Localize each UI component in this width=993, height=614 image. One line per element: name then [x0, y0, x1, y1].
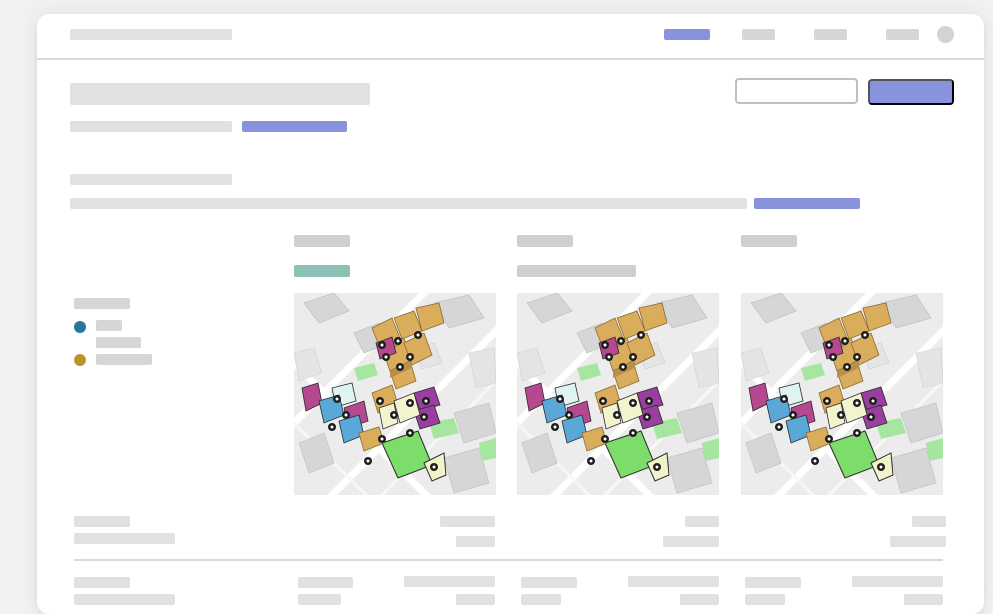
- cell-subvalue: [298, 594, 341, 605]
- row-sublabel: [74, 533, 175, 544]
- cell-value: [628, 576, 719, 587]
- avatar-icon[interactable]: [937, 26, 954, 43]
- cell-value: [745, 577, 801, 588]
- city-map-image[interactable]: [517, 293, 719, 495]
- secondary-button[interactable]: [735, 78, 858, 104]
- cell-value: [685, 516, 719, 527]
- cell-subvalue: [904, 594, 943, 605]
- cell-value: [912, 516, 946, 527]
- row-label: [74, 577, 130, 588]
- main-card: [37, 14, 984, 614]
- cell-subvalue: [680, 594, 719, 605]
- variant-name: [741, 235, 797, 247]
- variant-name: [294, 235, 350, 247]
- city-map-image[interactable]: [294, 293, 496, 495]
- legend-swatch-series-2: [74, 354, 86, 366]
- cell-value: [440, 516, 495, 527]
- description-link[interactable]: [754, 198, 860, 209]
- cell-subvalue: [521, 594, 561, 605]
- cell-value: [404, 576, 495, 587]
- variant-tag: [517, 265, 636, 277]
- page-subtitle: [70, 121, 232, 132]
- section-heading: [70, 174, 232, 185]
- cell-subvalue: [663, 536, 719, 547]
- cell-subvalue: [456, 536, 495, 547]
- cell-value: [298, 577, 353, 588]
- cell-subvalue: [456, 594, 495, 605]
- cell-value: [521, 577, 577, 588]
- subtitle-link[interactable]: [242, 121, 347, 132]
- row-divider: [74, 559, 943, 561]
- row-sublabel: [74, 594, 175, 605]
- variant-name: [517, 235, 573, 247]
- variant-tag: [294, 265, 350, 277]
- page-title: [70, 83, 370, 105]
- cell-subvalue: [745, 594, 785, 605]
- header-divider: [37, 58, 984, 60]
- legend-label: [96, 354, 152, 365]
- nav-item[interactable]: [886, 29, 919, 40]
- isometric-city-map-icon: [741, 293, 943, 495]
- section-description: [70, 198, 747, 209]
- cell-value: [852, 576, 943, 587]
- legend-label-line2: [96, 337, 141, 348]
- city-map-image[interactable]: [741, 293, 943, 495]
- nav-item-active[interactable]: [664, 29, 710, 40]
- nav-item[interactable]: [814, 29, 847, 40]
- cell-subvalue: [890, 536, 946, 547]
- app-logo[interactable]: [70, 29, 232, 40]
- row-label: [74, 516, 130, 527]
- primary-button[interactable]: [868, 79, 954, 105]
- legend-label: [96, 320, 122, 331]
- isometric-city-map-icon: [517, 293, 719, 495]
- nav-item[interactable]: [742, 29, 775, 40]
- legend-swatch-series-1: [74, 321, 86, 333]
- isometric-city-map-icon: [294, 293, 496, 495]
- legend-title: [74, 298, 130, 309]
